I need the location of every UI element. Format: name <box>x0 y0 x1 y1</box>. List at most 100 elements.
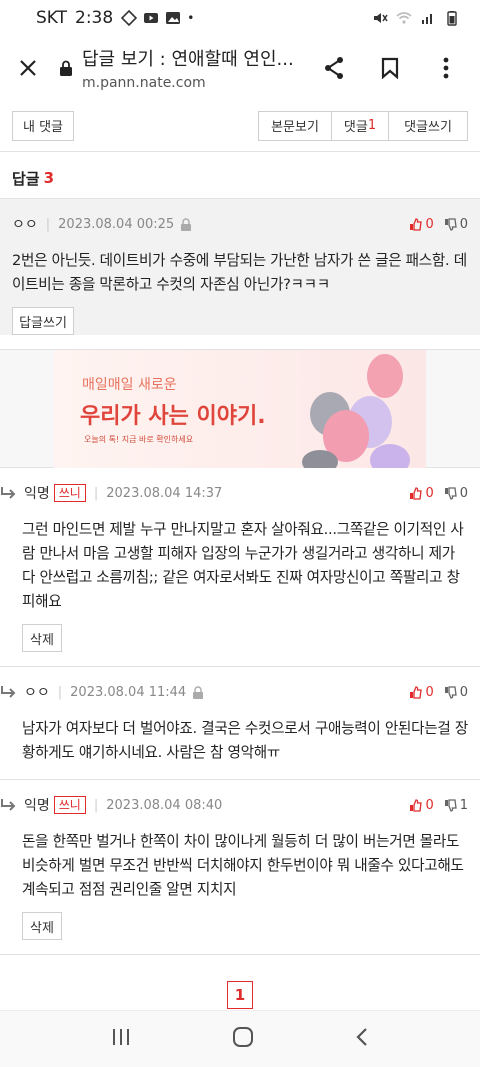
upvote-button[interactable]: 0 <box>409 485 434 501</box>
comments-button[interactable]: 댓글 1 <box>331 110 389 141</box>
recent-apps-icon <box>112 1029 129 1045</box>
comment-text: 2번은 아닌듯. 데이트비가 수중에 부담되는 가난한 남자가 쓴 글은 패스함… <box>12 252 467 293</box>
bookmark-button[interactable] <box>362 44 418 92</box>
replies-header: 답글 3 <box>0 158 480 198</box>
back-button[interactable] <box>355 1027 369 1051</box>
view-original-button[interactable]: 본문보기 <box>258 110 332 141</box>
lock-icon <box>56 60 76 76</box>
downvote-count: 0 <box>459 485 468 501</box>
reply-meta: ㅇㅇ | 2023.08.04 11:44 0 0 <box>0 667 468 717</box>
gem-icon <box>121 10 138 26</box>
youtube-icon <box>144 13 159 23</box>
lock-small-icon <box>193 685 204 699</box>
more-notifications-dot: • <box>187 11 195 25</box>
reply-nick[interactable]: ㅇㅇ <box>24 682 50 702</box>
thumbs-down-icon <box>444 486 457 500</box>
reply-meta: 익명 쓰니 | 2023.08.04 08:40 0 1 <box>0 780 468 830</box>
reply-item: 익명 쓰니 | 2023.08.04 08:40 0 1 돈을 한쪽만 벌거나 … <box>0 779 480 940</box>
downvote-button[interactable]: 0 <box>444 217 468 232</box>
notification-icons: • <box>121 10 194 26</box>
reply-arrow-icon <box>1 487 16 499</box>
page-number-current[interactable]: 1 <box>227 980 253 1009</box>
replies-label: 답글 <box>12 169 40 188</box>
write-reply-button[interactable]: 답글쓰기 <box>12 307 74 335</box>
comments-count: 1 <box>367 118 377 133</box>
author-badge: 쓰니 <box>53 484 86 502</box>
comment-date: 2023.08.04 00:25 <box>58 216 175 232</box>
carrier-label: SKT <box>36 8 68 28</box>
ad-subtitle: 매일매일 새로운 <box>82 377 177 393</box>
gallery-icon <box>166 12 181 24</box>
thumbs-up-icon <box>410 685 423 699</box>
replies-count: 3 <box>43 169 55 187</box>
upvote-button[interactable]: 0 <box>409 217 434 232</box>
pagination: 1 <box>0 954 480 1010</box>
balloons-image <box>302 354 410 468</box>
reply-item: ㅇㅇ | 2023.08.04 11:44 0 0 남자가 여자보다 더 벌어야… <box>0 666 480 779</box>
thumbs-up-icon <box>410 486 423 500</box>
top-button-bar: 내 댓글 본문보기 댓글 1 댓글쓰기 <box>0 100 480 152</box>
downvote-count: 1 <box>459 797 468 813</box>
downvote-count: 0 <box>459 684 468 700</box>
author-badge: 쓰니 <box>53 796 86 814</box>
downvote-count: 0 <box>459 216 468 232</box>
bookmark-icon <box>381 57 399 79</box>
comment-nick[interactable]: ㅇㅇ <box>12 214 38 234</box>
upvote-button[interactable]: 0 <box>409 684 434 700</box>
thumbs-down-icon <box>444 217 457 231</box>
thumbs-down-icon <box>444 798 457 812</box>
ad-small-text: 오늘의 톡! 지금 바로 확인하세요 <box>84 435 194 444</box>
reply-date: 2023.08.04 14:37 <box>106 485 223 501</box>
more-vert-icon <box>443 57 449 79</box>
close-tab-button[interactable] <box>0 58 56 78</box>
delete-button[interactable]: 삭제 <box>22 912 62 940</box>
downvote-button[interactable]: 0 <box>444 486 468 501</box>
reply-text: 돈을 한쪽만 벌거나 한쪽이 차이 많이나게 월등히 더 많이 버는거면 몰라도… <box>22 833 464 898</box>
upvote-count: 0 <box>425 485 434 501</box>
reply-text: 그런 마인드면 제발 누구 만나지말고 혼자 살아줘요...그쪽같은 이기적인 … <box>22 521 464 610</box>
system-nav-bar <box>0 1010 480 1067</box>
reply-date: 2023.08.04 08:40 <box>106 797 223 813</box>
reply-nick[interactable]: 익명 <box>24 483 50 503</box>
back-icon <box>356 1028 368 1046</box>
delete-button[interactable]: 삭제 <box>22 624 62 652</box>
page-title: 답글 보기 : 연애할때 연인... <box>82 49 294 70</box>
reply-date: 2023.08.04 11:44 <box>70 684 187 700</box>
recent-apps-button[interactable] <box>111 1028 131 1050</box>
browser-toolbar: 답글 보기 : 연애할때 연인... m.pann.nate.com <box>0 36 480 100</box>
write-comment-button[interactable]: 댓글쓰기 <box>388 110 468 141</box>
wifi-icon <box>396 12 412 24</box>
share-button[interactable] <box>306 44 362 92</box>
home-button[interactable] <box>232 1026 254 1052</box>
page-content: 내 댓글 본문보기 댓글 1 댓글쓰기 답글 3 ㅇㅇ | 2023.08.04… <box>0 100 480 1010</box>
page-url: m.pann.nate.com <box>82 75 206 91</box>
thumbs-up-icon <box>410 798 423 812</box>
battery-icon <box>447 11 457 26</box>
downvote-button[interactable]: 1 <box>444 798 468 813</box>
reply-text: 남자가 여자보다 더 벌어야죠. 결국은 수컷으로서 구애능력이 안된다는걸 장… <box>22 720 468 761</box>
reply-nick[interactable]: 익명 <box>24 795 50 815</box>
my-comments-button[interactable]: 내 댓글 <box>12 110 74 141</box>
ad-banner[interactable]: 매일매일 새로운 우리가 사는 이야기. 오늘의 톡! 지금 바로 확인하세요 <box>0 349 480 468</box>
more-menu-button[interactable] <box>418 44 474 92</box>
mute-icon <box>374 13 388 23</box>
parent-comment: ㅇㅇ | 2023.08.04 00:25 0 0 2번은 아닌듯. 데이트비가… <box>0 198 480 335</box>
reply-arrow-icon <box>1 686 16 698</box>
ad-image[interactable]: 매일매일 새로운 우리가 사는 이야기. 오늘의 톡! 지금 바로 확인하세요 <box>54 350 426 468</box>
comments-label: 댓글 <box>343 120 368 135</box>
status-bar: SKT 2:38 • <box>0 0 480 36</box>
lock-small-icon <box>181 217 192 231</box>
upvote-button[interactable]: 0 <box>409 797 434 813</box>
upvote-count: 0 <box>425 797 434 813</box>
reply-arrow-icon <box>1 799 16 811</box>
ad-title: 우리가 사는 이야기. <box>80 404 266 429</box>
reply-meta: 익명 쓰니 | 2023.08.04 14:37 0 0 <box>0 468 468 518</box>
reply-item: 익명 쓰니 | 2023.08.04 14:37 0 0 그런 마인드면 제발 … <box>0 467 480 652</box>
upvote-count: 0 <box>425 684 434 700</box>
downvote-button[interactable]: 0 <box>444 685 468 700</box>
home-icon <box>232 1027 253 1047</box>
close-icon <box>20 60 36 76</box>
signal-icon <box>422 14 432 24</box>
share-icon <box>325 57 343 79</box>
address-field[interactable]: 답글 보기 : 연애할때 연인... m.pann.nate.com <box>82 45 306 91</box>
